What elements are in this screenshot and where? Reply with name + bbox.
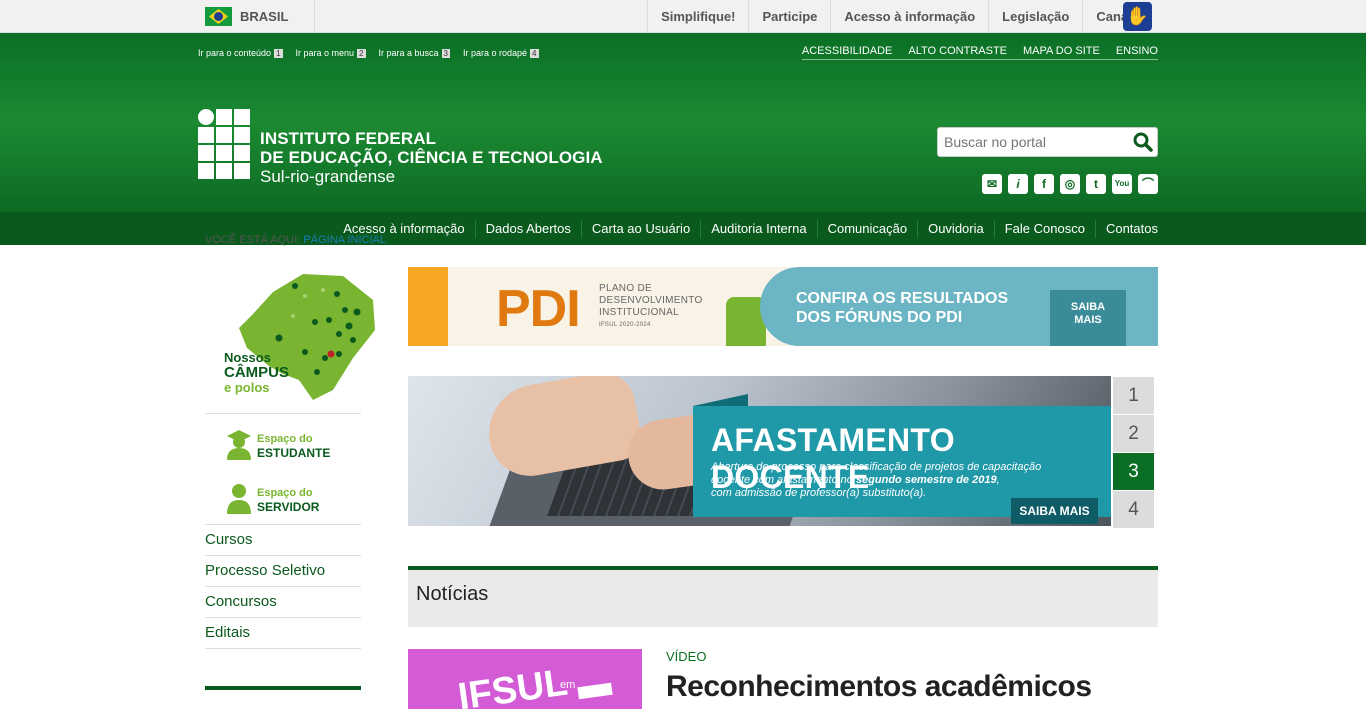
- servant-icon: [227, 484, 251, 514]
- campus-label-2: CÂMPUS: [224, 364, 290, 381]
- pdi-cta-text: CONFIRA OS RESULTADOS DOS FÓRUNS DO PDI: [796, 290, 1009, 326]
- nav-fale-conosco[interactable]: Fale Conosco: [993, 219, 1095, 238]
- skip-to-search[interactable]: Ir para a busca 3: [379, 48, 450, 58]
- brasil-label: BRASIL: [240, 9, 289, 24]
- email-icon[interactable]: ✉: [982, 174, 1002, 194]
- sidebar-links: Cursos Processo Seletivo Concursos Edita…: [205, 524, 361, 649]
- espaco-servidor-link[interactable]: Espaço do SERVIDOR: [205, 468, 361, 522]
- nav-carta-usuario[interactable]: Carta ao Usuário: [580, 219, 700, 238]
- student-icon: [227, 430, 251, 460]
- noticias-heading: Notícias: [416, 583, 489, 605]
- nav-dados-abertos[interactable]: Dados Abertos: [474, 219, 581, 238]
- skip-to-footer[interactable]: Ir para o rodapé 4: [463, 48, 539, 58]
- sidebar: Nossos CÂMPUS e polos Espaço do ESTUDANT…: [205, 266, 375, 690]
- info-icon[interactable]: i: [1008, 174, 1028, 194]
- nav-auditoria-interna[interactable]: Auditoria Interna: [700, 219, 816, 238]
- pdi-subtitle: PLANO DE DESENVOLVIMENTO INSTITUCIONAL I…: [599, 283, 703, 328]
- nav-comunicacao[interactable]: Comunicação: [816, 219, 918, 238]
- noticias-section-header: Notícias: [408, 566, 1158, 627]
- gov-link-acesso[interactable]: Acesso à informação: [830, 0, 988, 33]
- breadcrumb-home-link[interactable]: PÁGINA INICIAL: [303, 234, 386, 246]
- pdi-saiba-mais-button[interactable]: SAIBA MAIS: [1050, 290, 1126, 346]
- sidebar-item-processo-seletivo[interactable]: Processo Seletivo: [205, 556, 361, 587]
- logo-line-1: INSTITUTO FEDERAL: [260, 129, 437, 148]
- servidor-small: Espaço do: [257, 487, 313, 499]
- carousel-description: Abertura de processo para classificação …: [711, 461, 1042, 499]
- divider: [314, 0, 315, 33]
- logo-line-3: Sul-rio-grandense: [260, 167, 396, 186]
- gov-links: Simplifique! Participe Acesso à informaç…: [647, 0, 1152, 33]
- brazil-flag-icon: [205, 7, 232, 26]
- vlibras-hand-icon[interactable]: ✋: [1123, 2, 1152, 31]
- gov-link-simplifique[interactable]: Simplifique!: [647, 0, 748, 33]
- youtube-icon[interactable]: You: [1112, 174, 1132, 194]
- twitter-icon[interactable]: t: [1086, 174, 1106, 194]
- news-title[interactable]: Reconhecimentos acadêmicos: [666, 670, 1092, 704]
- campus-label-1: Nossos: [224, 350, 271, 365]
- search-icon[interactable]: [1129, 128, 1157, 156]
- campus-label-3: e polos: [224, 380, 270, 395]
- carousel-saiba-mais-button[interactable]: SAIBA MAIS: [1011, 498, 1098, 524]
- featured-carousel[interactable]: AFASTAMENTO DOCENTE Abertura de processo…: [408, 376, 1111, 526]
- nav-contatos[interactable]: Contatos: [1094, 219, 1168, 238]
- pdi-banner[interactable]: PDI PLANO DE DESENVOLVIMENTO INSTITUCION…: [408, 267, 1158, 346]
- site-logo[interactable]: INSTITUTO FEDERAL DE EDUCAÇÃO, CIÊNCIA E…: [198, 109, 603, 187]
- skip-links: Ir para o conteúdo 1 Ir para o menu 2 Ir p…: [198, 48, 539, 58]
- news-thumb-bar: [577, 682, 613, 700]
- accessibility-link[interactable]: ACESSIBILIDADE: [802, 45, 892, 57]
- search-input[interactable]: [938, 134, 1129, 150]
- facebook-icon[interactable]: f: [1034, 174, 1054, 194]
- carousel-page-2[interactable]: 2: [1113, 415, 1154, 452]
- skip-to-content[interactable]: Ir para o conteúdo 1: [198, 48, 283, 58]
- campus-map-banner[interactable]: Nossos CÂMPUS e polos: [205, 266, 375, 414]
- breadcrumb-prefix: VOCÊ ESTÁ AQUI:: [205, 234, 301, 246]
- sidebar-section-divider: [205, 686, 361, 690]
- instagram-icon[interactable]: ◎: [1060, 174, 1080, 194]
- sidebar-item-concursos[interactable]: Concursos: [205, 587, 361, 618]
- news-thumb-text: IFSUL: [455, 661, 571, 709]
- servidor-big: SERVIDOR: [257, 500, 320, 514]
- gov-bar: BRASIL Simplifique! Participe Acesso à i…: [0, 0, 1366, 33]
- sidebar-item-cursos[interactable]: Cursos: [205, 525, 361, 556]
- high-contrast-link[interactable]: ALTO CONTRASTE: [908, 45, 1007, 57]
- carousel-page-3[interactable]: 3: [1113, 453, 1154, 490]
- logo-line-2: DE EDUCAÇÃO, CIÊNCIA E TECNOLOGIA: [260, 148, 603, 167]
- espaco-estudante-link[interactable]: Espaço do ESTUDANTE: [205, 414, 361, 468]
- nav-ouvidoria[interactable]: Ouvidoria: [917, 219, 994, 238]
- rss-icon[interactable]: ⌒: [1138, 174, 1158, 194]
- news-category: VÍDEO: [666, 649, 707, 664]
- carousel-page-1[interactable]: 1: [1113, 377, 1154, 414]
- site-header: Ir para o conteúdo 1 Ir para o menu 2 Ir p…: [0, 33, 1366, 212]
- search-box: [937, 127, 1158, 157]
- carousel-pagination: 1 2 3 4: [1113, 377, 1154, 529]
- news-thumb-em: em: [560, 679, 576, 691]
- gov-link-participe[interactable]: Participe: [748, 0, 830, 33]
- gov-link-legislacao[interactable]: Legislação: [988, 0, 1082, 33]
- estudante-small: Espaço do: [257, 433, 313, 445]
- ensino-link[interactable]: ENSINO: [1116, 45, 1158, 57]
- estudante-big: ESTUDANTE: [257, 446, 331, 460]
- pdi-title: PDI: [496, 280, 581, 338]
- sitemap-link[interactable]: MAPA DO SITE: [1023, 45, 1100, 57]
- skip-to-menu[interactable]: Ir para o menu 2: [296, 48, 366, 58]
- breadcrumb: VOCÊ ESTÁ AQUI: PÁGINA INICIAL: [205, 234, 386, 246]
- social-icons: ✉ i f ◎ t You ⌒: [982, 174, 1158, 194]
- carousel-page-4[interactable]: 4: [1113, 491, 1154, 528]
- panel-accent: [693, 394, 748, 406]
- if-logo-icon: [198, 109, 250, 187]
- utility-links: ACESSIBILIDADE ALTO CONTRASTE MAPA DO SI…: [801, 45, 1158, 60]
- brasil-link[interactable]: BRASIL: [205, 7, 288, 26]
- news-thumbnail[interactable]: IFSUL em: [408, 649, 642, 709]
- puzzle-piece-icon: [408, 267, 448, 346]
- sidebar-item-editais[interactable]: Editais: [205, 618, 361, 649]
